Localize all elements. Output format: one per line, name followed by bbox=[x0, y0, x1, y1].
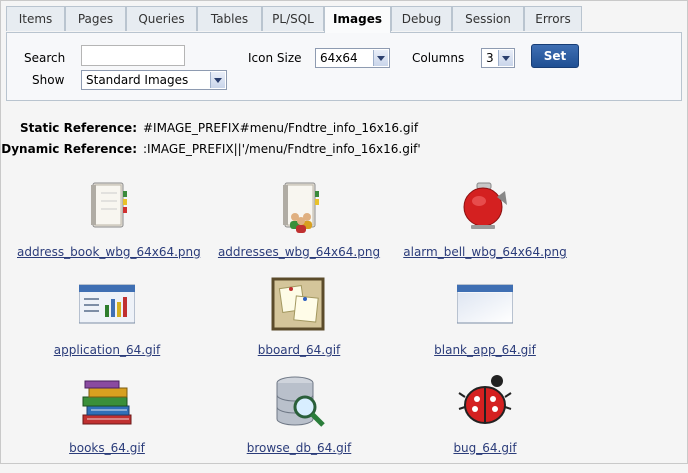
image-link[interactable]: bug_64.gif bbox=[395, 441, 575, 455]
address-book-icon bbox=[79, 179, 135, 235]
image-item[interactable]: bug_64.gif bbox=[395, 375, 575, 473]
addresses-icon bbox=[271, 179, 327, 235]
tab-items[interactable]: Items bbox=[6, 6, 65, 31]
image-item[interactable]: browse_db_64.gif bbox=[209, 375, 389, 473]
image-link[interactable]: alarm_bell_wbg_64x64.png bbox=[395, 245, 575, 259]
image-link[interactable]: bboard_64.gif bbox=[209, 343, 389, 357]
search-input[interactable] bbox=[81, 45, 185, 66]
columns-label: Columns bbox=[412, 51, 465, 65]
set-button[interactable]: Set bbox=[531, 44, 579, 68]
tab-session[interactable]: Session bbox=[452, 6, 524, 31]
image-link[interactable]: blank_app_64.gif bbox=[395, 343, 575, 357]
chevron-down-icon bbox=[373, 50, 388, 66]
columns-select[interactable]: 3 bbox=[481, 48, 515, 68]
search-label: Search bbox=[24, 51, 66, 65]
tab-pages[interactable]: Pages bbox=[65, 6, 126, 31]
tab-debug[interactable]: Debug bbox=[391, 6, 452, 31]
tab-tables[interactable]: Tables bbox=[197, 6, 262, 31]
developer-toolbar-window: Items Pages Queries Tables PL/SQL Images… bbox=[0, 0, 688, 464]
browse-db-icon bbox=[271, 375, 327, 431]
icon-size-select[interactable]: 64x64 bbox=[315, 48, 390, 68]
show-select[interactable]: Standard Images bbox=[81, 70, 227, 90]
tab-errors[interactable]: Errors bbox=[524, 6, 582, 31]
dynamic-reference-label: Dynamic Reference: bbox=[1, 142, 137, 156]
show-value: Standard Images bbox=[86, 73, 189, 87]
image-item[interactable]: address_book_wbg_64x64.png bbox=[17, 179, 201, 277]
icon-size-value: 64x64 bbox=[320, 51, 358, 65]
image-link[interactable]: books_64.gif bbox=[17, 441, 197, 455]
tab-images[interactable]: Images bbox=[324, 6, 391, 33]
filter-panel: Search Icon Size 64x64 Columns 3 Set Sho… bbox=[6, 32, 682, 101]
bug-icon bbox=[457, 375, 513, 431]
tab-queries[interactable]: Queries bbox=[126, 6, 197, 31]
image-item[interactable]: alarm_bell_wbg_64x64.png bbox=[395, 179, 575, 277]
image-link[interactable]: application_64.gif bbox=[17, 343, 197, 357]
blank-app-icon bbox=[457, 277, 513, 333]
static-reference-label: Static Reference: bbox=[19, 121, 137, 135]
application-icon bbox=[79, 277, 135, 333]
columns-value: 3 bbox=[486, 51, 494, 65]
image-link[interactable]: addresses_wbg_64x64.png bbox=[209, 245, 389, 259]
image-item[interactable]: addresses_wbg_64x64.png bbox=[209, 179, 389, 277]
image-link[interactable]: address_book_wbg_64x64.png bbox=[17, 245, 201, 259]
show-label: Show bbox=[32, 73, 65, 87]
dynamic-reference-value: :IMAGE_PREFIX||'/menu/Fndtre_info_16x16.… bbox=[143, 142, 421, 156]
image-item[interactable]: books_64.gif bbox=[17, 375, 197, 473]
bulletin-board-icon bbox=[271, 277, 327, 333]
tab-plsql[interactable]: PL/SQL bbox=[262, 6, 324, 31]
icon-size-label: Icon Size bbox=[248, 51, 302, 65]
image-link[interactable]: browse_db_64.gif bbox=[209, 441, 389, 455]
chevron-down-icon bbox=[498, 50, 513, 66]
image-item[interactable]: blank_app_64.gif bbox=[395, 277, 575, 375]
chevron-down-icon bbox=[210, 72, 225, 88]
alarm-bell-icon bbox=[457, 179, 513, 235]
static-reference-value: #IMAGE_PREFIX#menu/Fndtre_info_16x16.gif bbox=[143, 121, 419, 135]
image-item[interactable]: application_64.gif bbox=[17, 277, 197, 375]
books-icon bbox=[79, 375, 135, 431]
image-item[interactable]: bboard_64.gif bbox=[209, 277, 389, 375]
